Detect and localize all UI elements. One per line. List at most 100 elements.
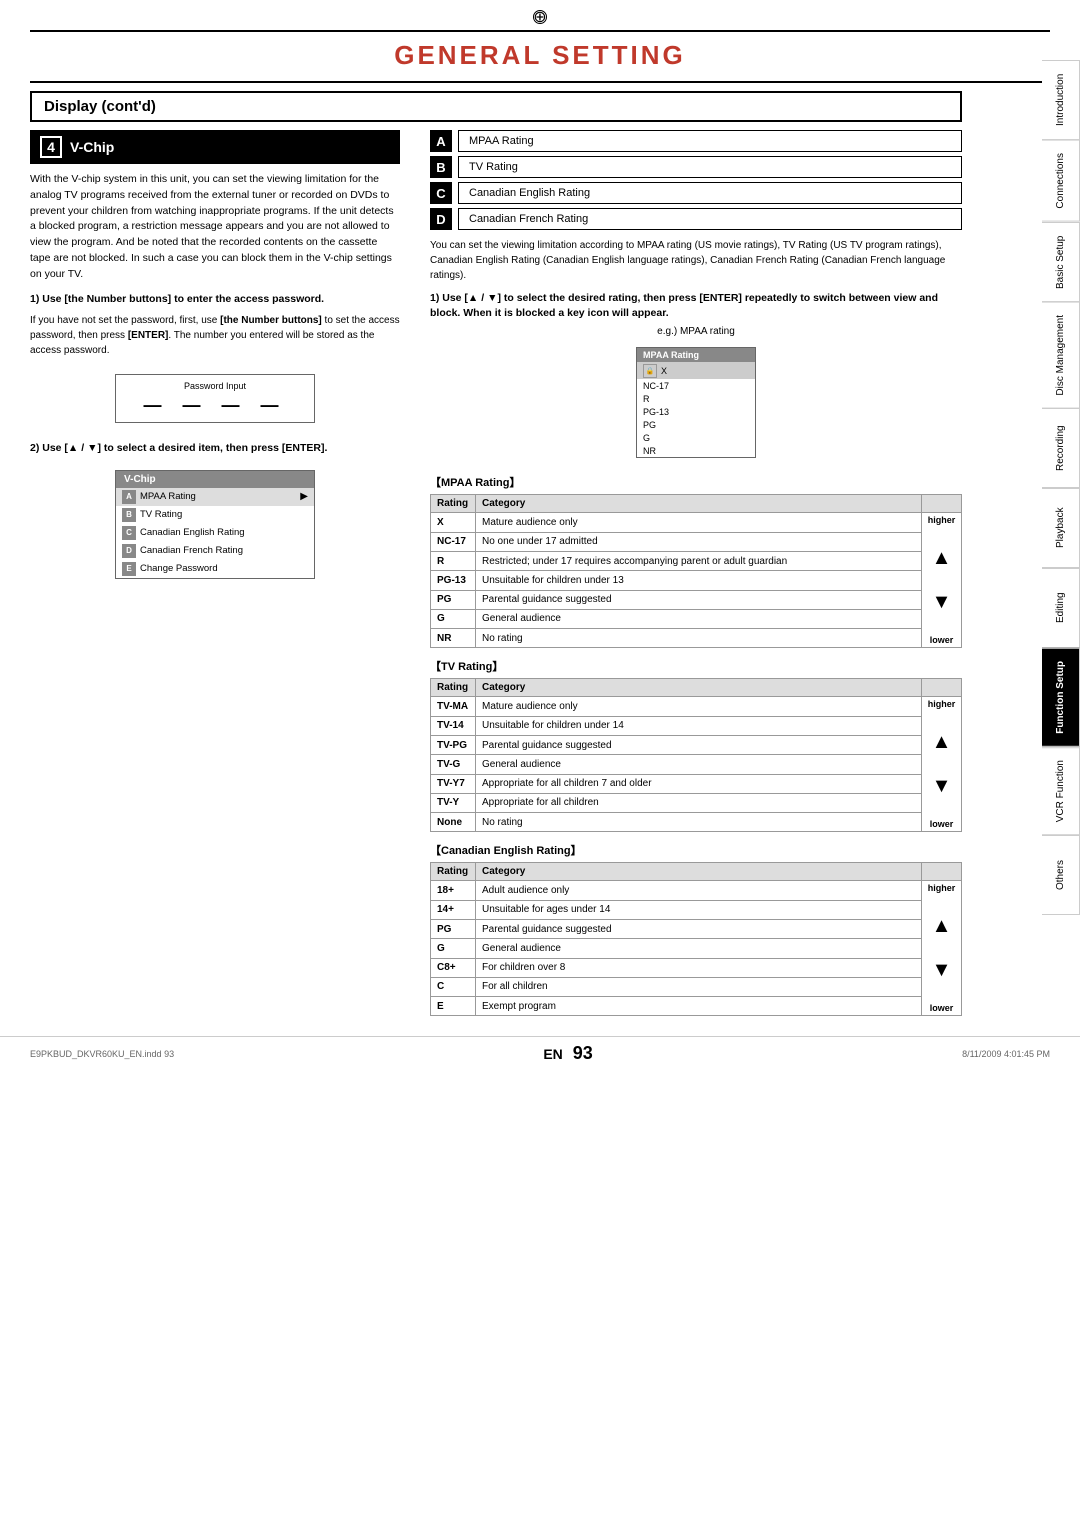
rating-letter-c: C xyxy=(430,182,452,204)
rating-text-b: TV Rating xyxy=(458,156,962,178)
tv-cat-tvma: Mature audience only xyxy=(476,697,922,716)
mpaa-item-nr[interactable]: NR xyxy=(637,444,755,457)
vchip-menu-item-b[interactable]: B TV Rating xyxy=(116,506,314,524)
tv-rating-tvy7: TV-Y7 xyxy=(431,774,476,793)
mpaa-item-nc17[interactable]: NC-17 xyxy=(637,379,755,392)
content-area: Display (cont'd) 4 V-Chip With the V-chi… xyxy=(30,91,1040,1026)
mpaa-cat-pg: Parental guidance suggested xyxy=(476,590,922,609)
rating-text-a: MPAA Rating xyxy=(458,130,962,152)
vchip-menu-item-c[interactable]: C Canadian English Rating xyxy=(116,524,314,542)
mpaa-cat-pg13: Unsuitable for children under 13 xyxy=(476,571,922,590)
vchip-description: With the V-chip system in this unit, you… xyxy=(30,172,400,282)
table-row: 18+ Adult audience only higher ▲ ▼ lower xyxy=(431,881,962,900)
tab-function-setup[interactable]: Function Setup xyxy=(1042,648,1080,747)
bottom-bar: E9PKBUD_DKVR60KU_EN.indd 93 EN 93 8/11/2… xyxy=(0,1036,1080,1070)
ce-cat-14: Unsuitable for ages under 14 xyxy=(476,900,922,919)
mpaa-label-g: G xyxy=(643,433,650,443)
mpaa-item-x[interactable]: 🔒 X xyxy=(637,362,755,379)
mpaa-rating-pg13: PG-13 xyxy=(431,571,476,590)
rating-text-c: Canadian English Rating xyxy=(458,182,962,204)
mpaa-item-g[interactable]: G xyxy=(637,431,755,444)
ce-table-title: 【Canadian English Rating】 xyxy=(430,842,962,858)
menu-letter-b: B xyxy=(122,508,136,522)
vchip-menu-item-e[interactable]: E Change Password xyxy=(116,560,314,578)
mpaa-cat-r: Restricted; under 17 requires accompanyi… xyxy=(476,551,922,570)
tab-connections[interactable]: Connections xyxy=(1042,140,1080,222)
tab-vcr-function[interactable]: VCR Function xyxy=(1042,747,1080,835)
mpaa-menu-container: MPAA Rating 🔒 X NC-17 R PG-13 PG G NR xyxy=(430,341,962,464)
rating-letter-a: A xyxy=(430,130,452,152)
tv-down-arrow: ▼ xyxy=(932,775,952,798)
mpaa-col-category: Category xyxy=(476,495,922,513)
tv-rating-section: 【TV Rating】 Rating Category xyxy=(430,658,962,832)
mpaa-item-pg13[interactable]: PG-13 xyxy=(637,405,755,418)
reg-mark-icon: ⊕ xyxy=(533,10,547,24)
vchip-menu-item-a[interactable]: A MPAA Rating ▶ xyxy=(116,488,314,506)
tab-basic-setup[interactable]: Basic Setup xyxy=(1042,222,1080,302)
tv-cat-tv14: Unsuitable for children under 14 xyxy=(476,716,922,735)
rating-text-d: Canadian French Rating xyxy=(458,208,962,230)
ce-rating-pg: PG xyxy=(431,919,476,938)
vchip-menu-item-d[interactable]: D Canadian French Rating xyxy=(116,542,314,560)
date-info: 8/11/2009 4:01:45 PM xyxy=(962,1049,1050,1059)
tab-editing[interactable]: Editing xyxy=(1042,568,1080,648)
vchip-number: 4 xyxy=(40,136,62,158)
menu-arrow-a: ▶ xyxy=(300,491,308,502)
tab-introduction[interactable]: Introduction xyxy=(1042,60,1080,140)
menu-label-d: Canadian French Rating xyxy=(140,545,243,556)
table-row: None No rating xyxy=(431,813,962,832)
tv-rating-tv14: TV-14 xyxy=(431,716,476,735)
right-tables: 【MPAA Rating】 Rating Category xyxy=(430,474,962,1016)
tv-col-rating: Rating xyxy=(431,679,476,697)
ce-col-hl xyxy=(922,863,962,881)
right-instruction: 1) Use [▲ / ▼] to select the desired rat… xyxy=(430,291,962,320)
vchip-title: V-Chip xyxy=(70,139,114,155)
ce-down-arrow: ▼ xyxy=(932,959,952,982)
ce-higher-label: higher xyxy=(928,883,956,893)
tv-table-title: 【TV Rating】 xyxy=(430,658,962,674)
table-row: NC-17 No one under 17 admitted xyxy=(431,532,962,551)
tab-playback[interactable]: Playback xyxy=(1042,488,1080,568)
en-badge: EN xyxy=(543,1046,562,1062)
tv-rating-table: Rating Category TV-MA Mature audience on… xyxy=(430,678,962,832)
tab-disc-management[interactable]: Disc Management xyxy=(1042,302,1080,409)
ce-cat-c8: For children over 8 xyxy=(476,958,922,977)
vchip-menu-container: V-Chip A MPAA Rating ▶ B TV Rating C xyxy=(30,462,400,587)
vchip-header: 4 V-Chip xyxy=(30,130,400,164)
password-display: — — — — xyxy=(126,395,304,416)
section-header: Display (cont'd) xyxy=(30,91,962,122)
password-label: Password Input xyxy=(126,381,304,391)
table-row: TV-MA Mature audience only higher ▲ ▼ lo… xyxy=(431,697,962,716)
mpaa-table-title: 【MPAA Rating】 xyxy=(430,474,962,490)
table-row: G General audience xyxy=(431,939,962,958)
tab-others[interactable]: Others xyxy=(1042,835,1080,915)
ce-rating-c8: C8+ xyxy=(431,958,476,977)
tv-cat-tvpg: Parental guidance suggested xyxy=(476,735,922,754)
ce-cat-18: Adult audience only xyxy=(476,881,922,900)
mpaa-item-r[interactable]: R xyxy=(637,392,755,405)
ce-rating-e: E xyxy=(431,997,476,1016)
left-column: 4 V-Chip With the V-chip system in this … xyxy=(30,130,410,1026)
mpaa-menu-title: MPAA Rating xyxy=(637,348,755,362)
table-row: TV-PG Parental guidance suggested xyxy=(431,735,962,754)
rating-row-c: C Canadian English Rating xyxy=(430,182,962,204)
tv-hl-cell: higher ▲ ▼ lower xyxy=(922,697,962,832)
rating-letter-d: D xyxy=(430,208,452,230)
menu-label-a: MPAA Rating xyxy=(140,491,196,502)
mpaa-label-nr: NR xyxy=(643,446,656,456)
mpaa-item-pg[interactable]: PG xyxy=(637,418,755,431)
tab-recording[interactable]: Recording xyxy=(1042,408,1080,488)
mpaa-lock-icon: 🔒 xyxy=(643,364,657,378)
step1-header: 1) Use [the Number buttons] to enter the… xyxy=(30,292,400,307)
ce-cat-e: Exempt program xyxy=(476,997,922,1016)
vchip-menu: V-Chip A MPAA Rating ▶ B TV Rating C xyxy=(115,470,315,579)
menu-letter-d: D xyxy=(122,544,136,558)
tv-rating-tvy: TV-Y xyxy=(431,793,476,812)
mpaa-down-arrow: ▼ xyxy=(932,591,952,614)
mpaa-label-r: R xyxy=(643,394,650,404)
page-wrapper: ⊕ GENERAL SETTING Introduction Connectio… xyxy=(0,0,1080,1528)
table-row: E Exempt program xyxy=(431,997,962,1016)
mpaa-higher-label: higher xyxy=(928,515,956,525)
table-row: NR No rating xyxy=(431,629,962,648)
table-row: X Mature audience only higher ▲ ▼ lower xyxy=(431,513,962,532)
